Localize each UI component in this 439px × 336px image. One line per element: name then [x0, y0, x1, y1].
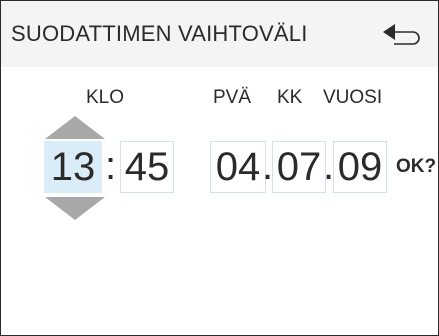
- day-field[interactable]: 04: [210, 141, 266, 193]
- screen-title: SUODATTIMEN VAIHTOVÄLI: [11, 21, 308, 46]
- return-arrow-icon[interactable]: [381, 19, 421, 53]
- increase-arrow-icon[interactable]: [45, 116, 105, 139]
- time-label: KLO: [86, 87, 125, 108]
- month-field[interactable]: 07: [272, 141, 326, 193]
- day-label: PVÄ: [213, 87, 252, 108]
- hours-field[interactable]: 13: [44, 141, 102, 193]
- header-bar: SUODATTIMEN VAIHTOVÄLI: [1, 1, 438, 67]
- time-separator: :: [105, 144, 117, 188]
- filter-interval-screen: SUODATTIMEN VAIHTOVÄLI KLO PVÄ KK VUOSI …: [0, 0, 439, 336]
- year-field[interactable]: 09: [333, 141, 387, 193]
- year-label: VUOSI: [323, 87, 383, 108]
- confirm-button[interactable]: OK?: [396, 156, 436, 178]
- decrease-arrow-icon[interactable]: [45, 197, 105, 220]
- minutes-field[interactable]: 45: [120, 141, 174, 193]
- month-label: KK: [277, 87, 303, 108]
